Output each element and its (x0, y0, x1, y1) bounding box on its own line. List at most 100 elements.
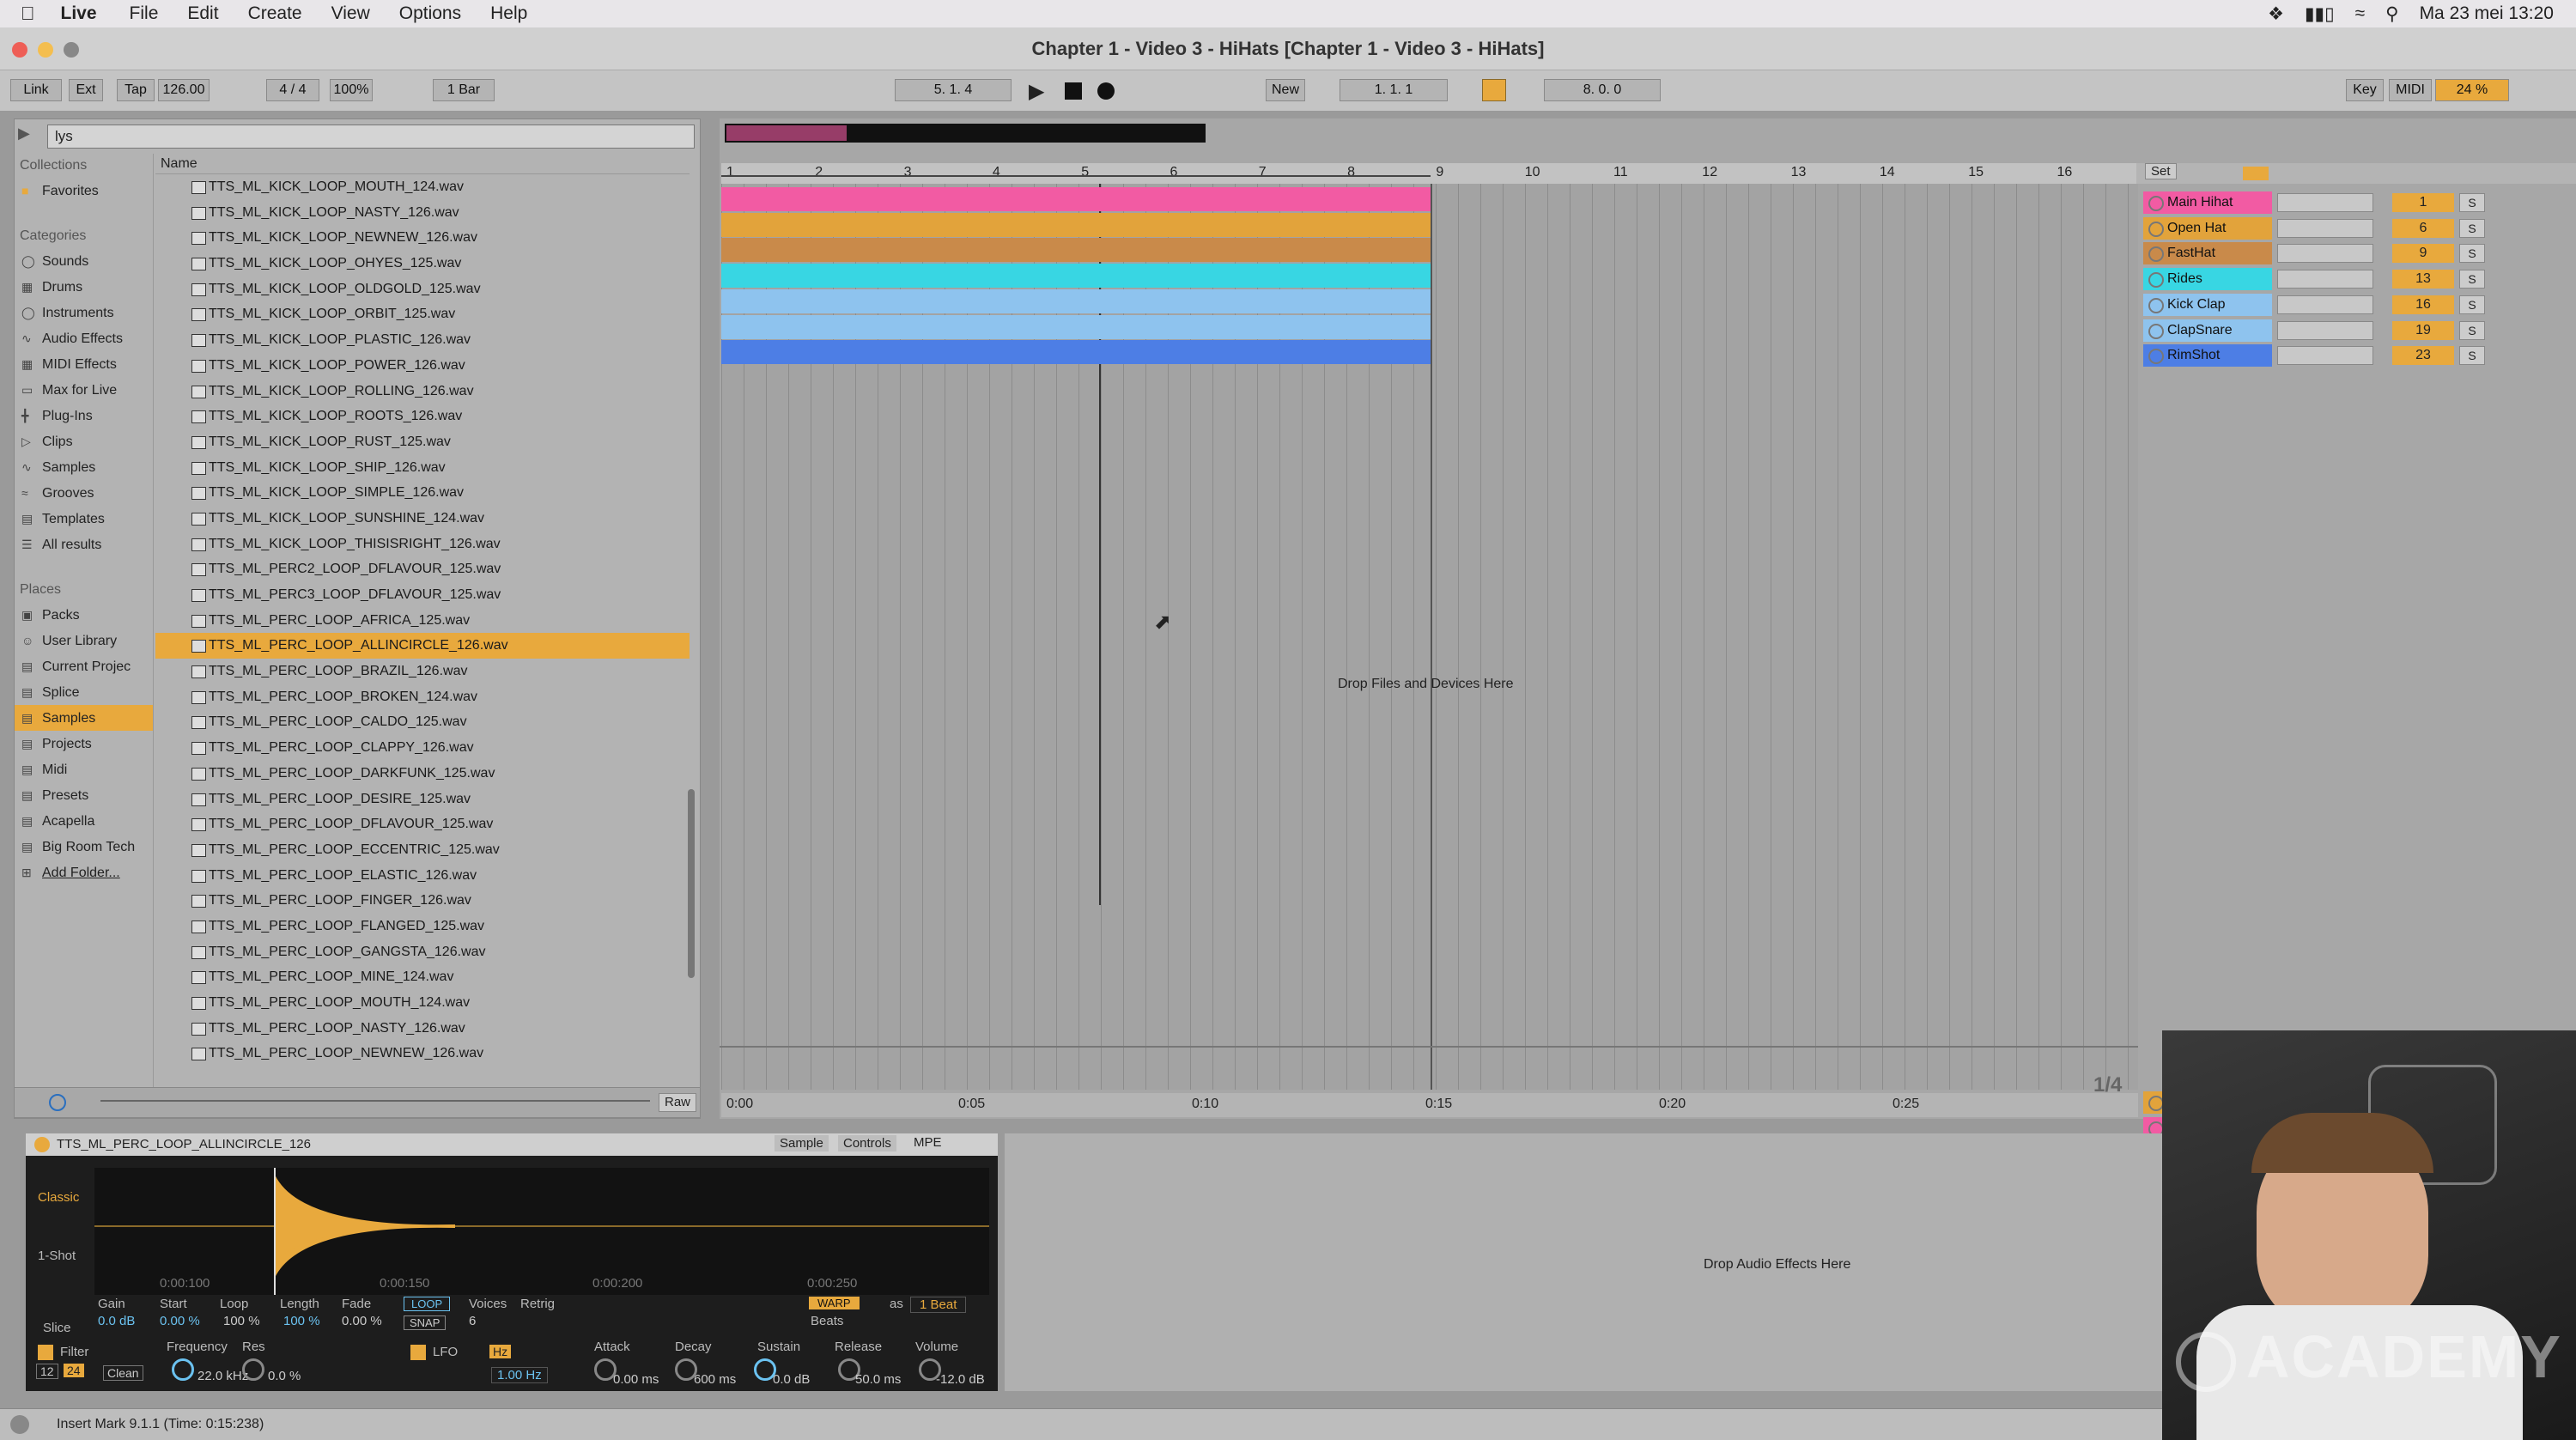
sidebar-item-projects[interactable]: ▤ Projects (15, 731, 153, 756)
arrangement-clip[interactable] (721, 264, 1431, 289)
dropbox-icon[interactable]: ❖ (2268, 3, 2284, 25)
arrangement-clip[interactable] (721, 314, 1431, 339)
apple-icon[interactable]:  (21, 3, 35, 25)
fade-value[interactable]: 0.00 % (342, 1314, 382, 1328)
file-row[interactable]: TTS_ML_PERC_LOOP_ELASTIC_126.wav (155, 863, 690, 889)
sidebar-item-drums[interactable]: ▦ Drums (15, 274, 153, 300)
track-activator[interactable]: 19 (2392, 320, 2454, 340)
track-activator[interactable]: 16 (2392, 295, 2454, 314)
arrangement-clip[interactable] (721, 187, 1431, 211)
sidebar-item-sounds[interactable]: ◯ Sounds (15, 248, 153, 274)
record-icon[interactable] (1097, 82, 1115, 100)
wifi-icon[interactable]: ≈ (2355, 3, 2366, 24)
track-header[interactable]: Kick Clap 16 S (2136, 293, 2576, 317)
track-input-slot[interactable] (2277, 193, 2373, 212)
track-header[interactable]: Open Hat 6 S (2136, 216, 2576, 240)
file-row[interactable]: TTS_ML_PERC_LOOP_CALDO_125.wav (155, 709, 690, 735)
sidebar-item-max-for-live[interactable]: ▭ Max for Live (15, 377, 153, 403)
sidebar-item-audio-effects[interactable]: ∿ Audio Effects (15, 325, 153, 351)
filter-circuit-menu[interactable]: Clean (103, 1365, 143, 1381)
file-row[interactable]: TTS_ML_KICK_LOOP_ORBIT_125.wav (155, 301, 690, 327)
track-activator[interactable]: 13 (2392, 270, 2454, 289)
solo-button[interactable]: S (2459, 193, 2485, 212)
new-button[interactable]: New (1266, 79, 1305, 101)
file-row[interactable]: TTS_ML_KICK_LOOP_PLASTIC_126.wav (155, 327, 690, 353)
sidebar-item-acapella[interactable]: ▤ Acapella (15, 808, 153, 834)
loop-start-field[interactable]: 1. 1. 1 (1340, 79, 1448, 101)
device-on-icon[interactable] (34, 1137, 50, 1152)
file-row[interactable]: TTS_ML_PERC_LOOP_MINE_124.wav (155, 964, 690, 990)
voices-menu[interactable]: 6 (469, 1314, 476, 1328)
zoom-field[interactable]: 100% (330, 79, 373, 101)
sidebar-item-grooves[interactable]: ≈ Grooves (15, 480, 153, 506)
quantize-menu[interactable]: 1 Bar (433, 79, 495, 101)
clock[interactable]: Ma 23 mei 13:20 (2420, 3, 2554, 24)
warp-mode-menu[interactable]: Beats (811, 1314, 843, 1328)
file-row[interactable]: TTS_ML_KICK_LOOP_SIMPLE_126.wav (155, 480, 690, 506)
file-row[interactable]: TTS_ML_KICK_LOOP_THISISRIGHT_126.wav (155, 532, 690, 557)
preview-icon[interactable] (49, 1094, 66, 1111)
track-name[interactable]: Open Hat (2143, 216, 2272, 240)
arrangement-clip[interactable] (721, 340, 1431, 365)
expand-icon[interactable] (10, 1415, 29, 1434)
solo-button[interactable]: S (2459, 320, 2485, 340)
track-activator[interactable]: 6 (2392, 218, 2454, 238)
filter-12-button[interactable]: 12 (36, 1364, 58, 1379)
menu-file[interactable]: File (130, 3, 159, 24)
file-row[interactable]: TTS_ML_KICK_LOOP_RUST_125.wav (155, 429, 690, 455)
file-row[interactable]: TTS_ML_PERC_LOOP_DESIRE_125.wav (155, 787, 690, 812)
filter-24-button[interactable]: 24 (64, 1364, 84, 1377)
lfo-hz-button[interactable]: Hz (489, 1345, 512, 1358)
tab-sample[interactable]: Sample (775, 1135, 829, 1151)
track-header[interactable]: Rides 13 S (2136, 267, 2576, 291)
gain-value[interactable]: 0.0 dB (98, 1314, 135, 1328)
sidebar-item-packs[interactable]: ▣ Packs (15, 602, 153, 628)
sidebar-item-samples-folder[interactable]: ▤ Samples (15, 705, 153, 731)
track-activator[interactable]: 9 (2392, 244, 2454, 264)
file-row[interactable]: TTS_ML_PERC_LOOP_BRAZIL_126.wav (155, 659, 690, 684)
ext-button[interactable]: Ext (69, 79, 103, 101)
sidebar-item-midi[interactable]: ▤ Midi (15, 756, 153, 782)
tab-controls[interactable]: Controls (838, 1135, 896, 1151)
solo-button[interactable]: S (2459, 295, 2485, 314)
link-button[interactable]: Link (10, 79, 62, 101)
tap-button[interactable]: Tap (117, 79, 155, 101)
tab-mpe[interactable]: MPE (914, 1135, 942, 1150)
time-signature-field[interactable]: 4 / 4 (266, 79, 319, 101)
song-position-field[interactable]: 5. 1. 4 (895, 79, 1012, 101)
track-header[interactable]: FastHat 9 S (2136, 241, 2576, 265)
sidebar-item-favorites[interactable]: ■ Favorites (15, 178, 153, 204)
file-row[interactable]: TTS_ML_KICK_LOOP_NEWNEW_126.wav (155, 225, 690, 251)
file-row[interactable]: TTS_ML_PERC_LOOP_DARKFUNK_125.wav (155, 761, 690, 787)
file-row[interactable]: TTS_ML_KICK_LOOP_OHYES_125.wav (155, 251, 690, 276)
set-button[interactable]: Set (2145, 163, 2177, 179)
sidebar-item-midi-effects[interactable]: ▦ MIDI Effects (15, 351, 153, 377)
key-map-button[interactable]: Key (2346, 79, 2384, 101)
lfo-rate-value[interactable]: 1.00 Hz (491, 1367, 548, 1383)
solo-button[interactable]: S (2459, 244, 2485, 264)
track-input-slot[interactable] (2277, 244, 2373, 264)
loop-toggle[interactable]: LOOP (404, 1297, 451, 1311)
sidebar-item-instruments[interactable]: ◯ Instruments (15, 300, 153, 325)
loop-brace[interactable] (721, 175, 1431, 182)
track-header[interactable]: ClapSnare 19 S (2136, 319, 2576, 343)
file-row[interactable]: TTS_ML_PERC_LOOP_GANGSTA_126.wav (155, 939, 690, 965)
start-value[interactable]: 0.00 % (160, 1314, 200, 1328)
mode-classic[interactable]: Classic (38, 1190, 79, 1205)
beat-length-field[interactable]: 1 Beat (910, 1297, 967, 1313)
sample-waveform[interactable]: 0:00:100 0:00:150 0:00:200 0:00:250 (94, 1168, 989, 1295)
track-activator[interactable]: 1 (2392, 193, 2454, 212)
sidebar-item-samples[interactable]: ∿ Samples (15, 454, 153, 480)
file-row[interactable]: TTS_ML_PERC_LOOP_FLANGED_125.wav (155, 914, 690, 939)
file-row[interactable]: TTS_ML_PERC_LOOP_NEWNEW_126.wav (155, 1041, 690, 1066)
solo-button[interactable]: S (2459, 346, 2485, 366)
warp-button[interactable]: WARP (809, 1297, 860, 1309)
play-icon[interactable]: ▶ (1029, 79, 1044, 104)
track-input-slot[interactable] (2277, 346, 2373, 366)
audio-effects-drop-zone[interactable]: Drop Audio Effects Here (1005, 1133, 2164, 1391)
arrangement-clip[interactable] (721, 238, 1431, 263)
track-name[interactable]: Kick Clap (2143, 293, 2272, 316)
track-name[interactable]: FastHat (2143, 242, 2272, 265)
track-header[interactable]: RimShot 23 S (2136, 343, 2576, 368)
loop-switch-icon[interactable] (1482, 79, 1506, 101)
